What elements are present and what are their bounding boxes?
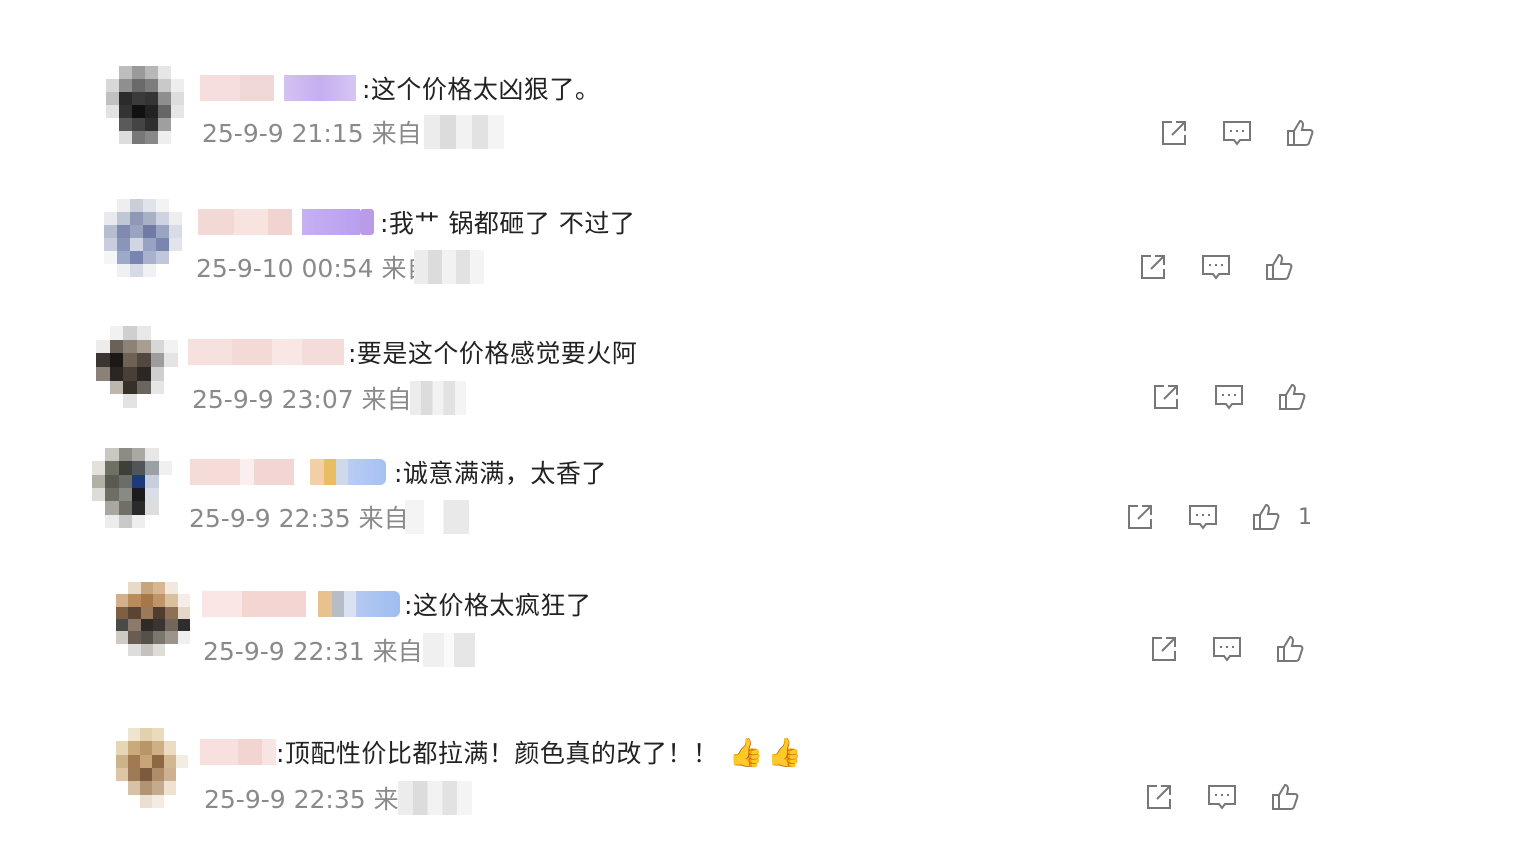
username[interactable]	[198, 207, 374, 237]
share-icon[interactable]	[1142, 780, 1176, 814]
avatar[interactable]	[96, 326, 178, 408]
share-icon[interactable]	[1136, 250, 1170, 284]
comment-icon[interactable]	[1212, 380, 1246, 414]
comment-item: :这个价格太凶狠了。 25-9-9 21:15 来自	[0, 60, 1534, 170]
thumbs-up-icon[interactable]	[1268, 780, 1302, 814]
avatar[interactable]	[106, 66, 184, 144]
like-count: 1	[1298, 504, 1312, 530]
comment-text: :诚意满满，太香了	[394, 459, 607, 488]
comment-text: :顶配性价比都拉满！颜色真的改了！！	[276, 739, 719, 768]
timestamp-source: 25-9-9 21:15 来自	[202, 119, 422, 148]
timestamp-source: 25-9-9 22:35 来自	[204, 785, 398, 814]
timestamp-source: 25-9-9 23:07 来自	[192, 385, 410, 414]
timestamp-source: 25-9-9 22:35 来自	[189, 504, 405, 533]
comment-meta: 25-9-9 23:07 来自	[192, 380, 466, 416]
comment-actions	[1142, 780, 1331, 814]
comment-actions	[1157, 116, 1346, 150]
thumbs-up-icon[interactable]	[1275, 380, 1309, 414]
timestamp-source: 25-9-9 22:31 来自	[203, 637, 423, 666]
avatar[interactable]	[104, 199, 182, 277]
username[interactable]	[188, 337, 344, 367]
comment-meta: 25-9-10 00:54 来自	[196, 249, 484, 285]
location-redacted	[422, 633, 475, 667]
comment-item: :诚意满满，太香了 25-9-9 22:35 来自 1	[0, 446, 1534, 556]
username[interactable]	[190, 457, 386, 487]
comment-text: :要是这个价格感觉要火阿	[348, 339, 638, 368]
comment-icon[interactable]	[1205, 780, 1239, 814]
location-redacted	[414, 250, 484, 284]
avatar[interactable]	[92, 448, 172, 528]
comment-meta: 25-9-9 21:15 来自	[202, 114, 504, 150]
location-redacted	[398, 781, 472, 815]
comment-actions	[1147, 632, 1336, 666]
share-icon[interactable]	[1147, 632, 1181, 666]
share-icon[interactable]	[1149, 380, 1183, 414]
username[interactable]	[200, 73, 356, 103]
timestamp-source: 25-9-10 00:54 来自	[196, 254, 414, 283]
thumbs-up-icon[interactable]	[1273, 632, 1307, 666]
username[interactable]	[202, 589, 400, 619]
thumbs-up-icon[interactable]	[1262, 250, 1296, 284]
share-icon[interactable]	[1123, 500, 1157, 534]
location-redacted	[410, 381, 466, 415]
location-redacted	[405, 500, 469, 534]
comment-item: :顶配性价比都拉满！颜色真的改了！！ 👍 👍 25-9-9 22:35 来自	[0, 726, 1534, 836]
comment-meta: 25-9-9 22:31 来自	[203, 632, 475, 668]
comment-item: :要是这个价格感觉要火阿 25-9-9 23:07 来自	[0, 326, 1534, 436]
username[interactable]	[200, 737, 276, 767]
comment-text: :这价格太疯狂了	[404, 591, 592, 620]
avatar[interactable]	[116, 582, 190, 656]
thumbs-up-icon[interactable]	[1283, 116, 1317, 150]
comment-icon[interactable]	[1210, 632, 1244, 666]
comment-actions	[1149, 380, 1338, 414]
comment-meta: 25-9-9 22:35 来自	[189, 499, 469, 535]
location-redacted	[423, 115, 504, 149]
comment-text: :我艹 锅都砸了 不过了	[380, 209, 636, 238]
thumbs-up-emoji: 👍	[728, 735, 764, 769]
comment-item: :我艹 锅都砸了 不过了 25-9-10 00:54 来自	[0, 195, 1534, 305]
comment-actions	[1136, 250, 1325, 284]
comment-icon[interactable]	[1199, 250, 1233, 284]
comment-icon[interactable]	[1220, 116, 1254, 150]
thumbs-up-emoji: 👍	[767, 735, 803, 769]
share-icon[interactable]	[1157, 116, 1191, 150]
comment-item: :这价格太疯狂了 25-9-9 22:31 来自	[0, 578, 1534, 688]
thumbs-up-icon[interactable]	[1249, 500, 1283, 534]
avatar[interactable]	[116, 728, 188, 808]
comment-icon[interactable]	[1186, 500, 1220, 534]
comment-text: :这个价格太凶狠了。	[362, 75, 601, 104]
comment-meta: 25-9-9 22:35 来自	[204, 780, 472, 816]
comment-actions: 1	[1123, 500, 1312, 534]
